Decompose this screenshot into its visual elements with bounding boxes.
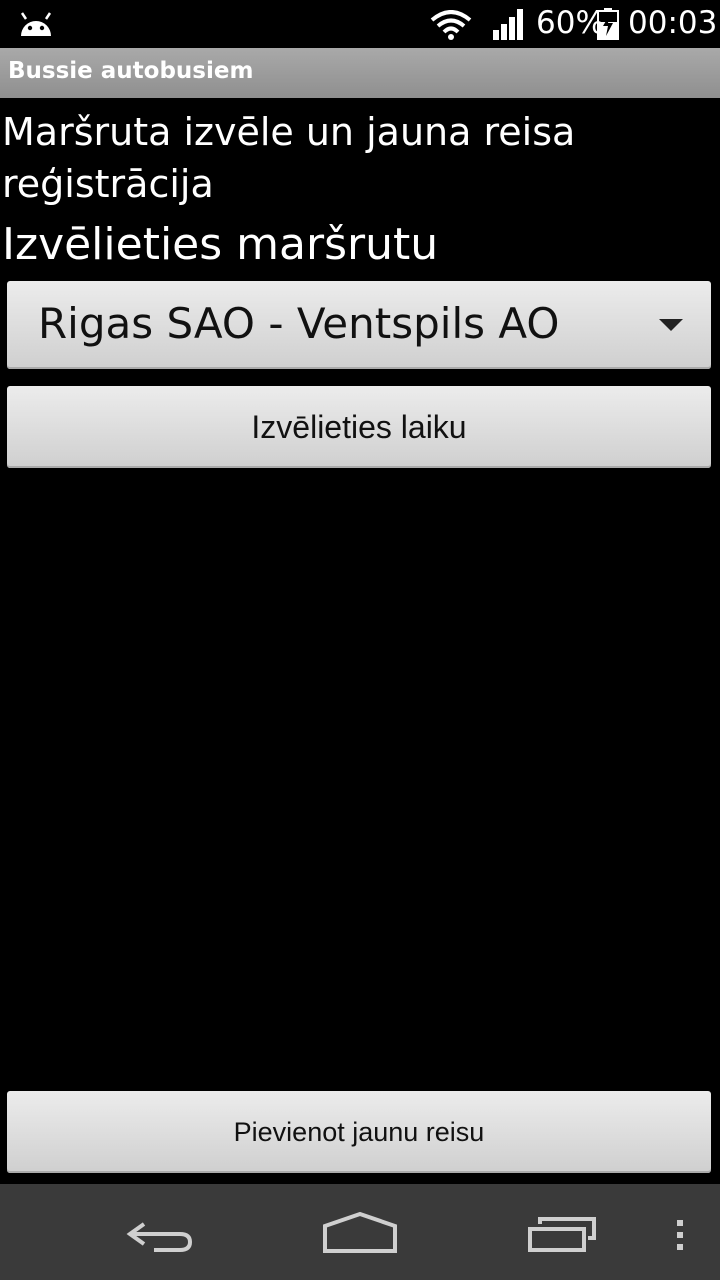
status-bar: 60% 00:03 [0,0,720,48]
recent-apps-icon[interactable] [526,1216,598,1254]
action-bar: Bussie autobusiem [0,48,720,98]
route-label: Izvēlieties maršrutu [2,219,439,270]
wifi-icon [430,10,472,40]
app-title: Bussie autobusiem [8,58,254,84]
back-icon[interactable] [124,1216,196,1256]
menu-icon[interactable] [674,1218,686,1252]
home-icon[interactable] [322,1212,398,1254]
add-trip-button[interactable]: Pievienot jaunu reisu [7,1091,711,1173]
signal-icon [493,9,523,40]
route-spinner[interactable]: Rigas SAO - Ventspils AO [7,281,711,369]
dropdown-arrow-icon [659,319,683,331]
battery-percentage: 60% [536,5,605,41]
route-selected-value: Rigas SAO - Ventspils AO [38,299,560,348]
clock: 00:03 [628,5,718,41]
page-title: Maršruta izvēle un jauna reisa reģistrāc… [2,110,576,206]
battery-charging-icon [597,8,619,40]
select-time-button[interactable]: Izvēlieties laiku [7,386,711,468]
android-icon [20,12,52,36]
